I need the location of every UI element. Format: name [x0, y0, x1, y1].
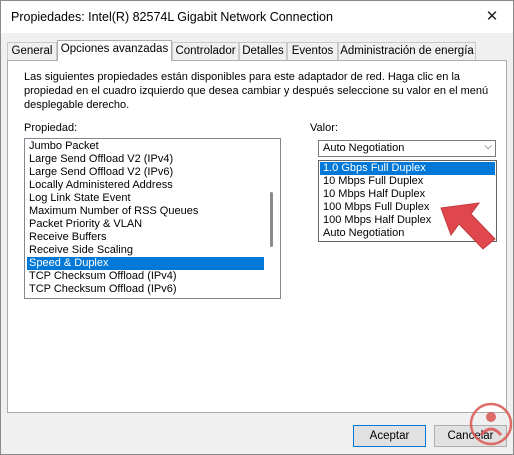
close-icon[interactable]: ✕ [481, 6, 503, 28]
property-label: Propiedad: [24, 122, 78, 134]
watermark-logo-icon [469, 402, 513, 446]
list-item[interactable]: Log Link State Event [27, 192, 264, 205]
list-item[interactable]: Jumbo Packet [27, 140, 264, 153]
tab-general[interactable]: General [7, 42, 57, 60]
window-title: Propiedades: Intel(R) 82574L Gigabit Net… [11, 10, 333, 24]
list-item[interactable]: TCP Checksum Offload (IPv4) [27, 270, 264, 283]
value-label: Valor: [310, 122, 338, 134]
list-item[interactable]: TCP Checksum Offload (IPv6) [27, 283, 264, 296]
list-item[interactable]: Large Send Offload V2 (IPv4) [27, 153, 264, 166]
description-text: Las siguientes propiedades están disponi… [24, 71, 489, 111]
tab-advanced-options[interactable]: Opciones avanzadas [57, 40, 172, 61]
title-bar: Propiedades: Intel(R) 82574L Gigabit Net… [1, 1, 513, 33]
tab-driver[interactable]: Controlador [172, 42, 239, 60]
list-item[interactable]: Maximum Number of RSS Queues [27, 205, 264, 218]
combo-current-value: Auto Negotiation [323, 142, 405, 154]
properties-dialog: Propiedades: Intel(R) 82574L Gigabit Net… [0, 0, 514, 455]
list-item[interactable]: Locally Administered Address [27, 179, 264, 192]
value-combobox[interactable]: Auto Negotiation ⌵ [318, 140, 496, 157]
list-item-selected[interactable]: Speed & Duplex [27, 257, 264, 270]
property-listbox[interactable]: Jumbo Packet Large Send Offload V2 (IPv4… [24, 138, 281, 299]
accept-button[interactable]: Aceptar [353, 425, 426, 447]
tab-details[interactable]: Detalles [239, 42, 287, 60]
tab-strip: General Opciones avanzadas Controlador D… [7, 40, 507, 61]
scrollbar-thumb[interactable] [270, 192, 273, 247]
property-scrollbar[interactable] [265, 139, 280, 298]
list-item[interactable]: Large Send Offload V2 (IPv6) [27, 166, 264, 179]
chevron-down-icon[interactable]: ⌵ [484, 141, 492, 152]
dropdown-option[interactable]: 10 Mbps Full Duplex [320, 175, 495, 188]
dropdown-option-highlighted[interactable]: 1.0 Gbps Full Duplex [320, 162, 495, 175]
list-item[interactable]: Receive Side Scaling [27, 244, 264, 257]
list-item[interactable]: Packet Priority & VLAN [27, 218, 264, 231]
list-item[interactable]: Receive Buffers [27, 231, 264, 244]
tab-power-management[interactable]: Administración de energía [338, 42, 476, 60]
tab-events[interactable]: Eventos [287, 42, 338, 60]
pointer-arrow-icon [440, 202, 496, 250]
